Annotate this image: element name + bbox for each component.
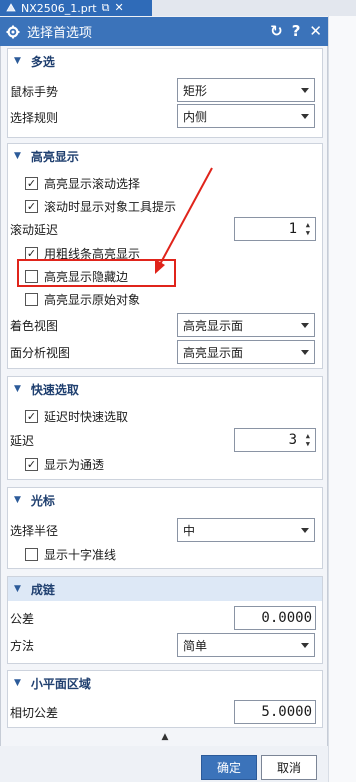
cancel-button[interactable]: 取消 — [261, 755, 317, 780]
face-analysis-label: 面分析视图 — [10, 345, 71, 360]
tolerance-label: 公差 — [10, 611, 35, 626]
checkbox-roll-select[interactable]: ✓ — [25, 176, 38, 190]
dropdown-arrow-icon — [301, 88, 309, 93]
collapse-more-button[interactable]: ▲ — [7, 730, 323, 744]
group-header-facet-region[interactable]: ▼ 小平面区域 — [8, 671, 322, 695]
help-icon[interactable]: ? — [292, 24, 301, 39]
collapse-caret-icon: ▼ — [14, 384, 21, 394]
checkbox-show-pass[interactable]: ✓ — [25, 457, 38, 471]
shaded-view-select[interactable]: 高亮显示面 — [177, 313, 315, 337]
select-rule-label: 选择规则 — [10, 110, 59, 125]
mouse-gesture-select[interactable]: 矩形 — [177, 78, 315, 102]
spinner-arrows-icon[interactable]: ▲ ▼ — [306, 432, 310, 448]
tangent-tolerance-input[interactable]: 5.0000 — [234, 700, 316, 724]
collapse-caret-icon: ▼ — [14, 151, 21, 161]
tolerance-input[interactable]: 0.0000 — [234, 606, 316, 630]
dialog-title-bar: 选择首选项 ↻ ? ✕ — [0, 17, 328, 46]
dropdown-arrow-icon — [301, 528, 309, 533]
collapse-caret-icon: ▼ — [14, 584, 21, 594]
collapse-caret-icon: ▼ — [14, 678, 21, 688]
close-tab-icon[interactable]: ✕ — [114, 1, 123, 15]
dropdown-arrow-icon — [301, 323, 309, 328]
close-icon[interactable]: ✕ — [309, 24, 322, 39]
dialog-footer: 确定 取消 — [0, 746, 328, 782]
dropdown-arrow-icon — [301, 350, 309, 355]
gear-icon — [6, 25, 20, 38]
group-header-highlight[interactable]: ▼ 高亮显示 — [8, 144, 322, 168]
checkbox-row-show-pass[interactable]: ✓ 显示为通透 — [25, 453, 104, 475]
method-select[interactable]: 简单 — [177, 633, 315, 657]
checkbox-row-original-object[interactable]: 高亮显示原始对象 — [25, 288, 140, 310]
checkbox-row-tooltip[interactable]: ✓ 滚动时显示对象工具提示 — [25, 195, 176, 217]
dropdown-arrow-icon — [301, 643, 309, 648]
part-file-icon — [6, 3, 16, 12]
select-radius-select[interactable]: 中 — [177, 518, 315, 542]
reset-icon[interactable]: ↻ — [270, 24, 283, 39]
group-header-multi-select[interactable]: ▼ 多选 — [8, 49, 322, 73]
undock-icon[interactable]: ⧉ — [102, 1, 110, 15]
document-tab-bar: NX2506_1.prt ⧉ ✕ — [0, 0, 356, 16]
checkbox-tooltip[interactable]: ✓ — [25, 199, 38, 213]
mouse-gesture-label: 鼠标手势 — [10, 84, 59, 99]
graphics-window-edge — [328, 16, 356, 782]
collapse-caret-icon: ▼ — [14, 56, 21, 66]
checkbox-crosshair[interactable] — [25, 547, 38, 561]
collapse-caret-icon: ▼ — [14, 495, 21, 505]
document-tab-title: NX2506_1.prt — [21, 1, 97, 15]
delay-spinner[interactable]: 3 ▲ ▼ — [234, 428, 316, 452]
scroll-delay-label: 滚动延迟 — [10, 222, 59, 237]
scroll-delay-spinner[interactable]: 1 ▲ ▼ — [234, 217, 316, 241]
annotation-highlight-box — [17, 259, 176, 287]
document-tab[interactable]: NX2506_1.prt ⧉ ✕ — [0, 0, 152, 16]
group-header-chaining[interactable]: ▼ 成链 — [8, 577, 322, 601]
checkbox-row-roll-select[interactable]: ✓ 高亮显示滚动选择 — [25, 172, 140, 194]
checkbox-delay-quick[interactable]: ✓ — [25, 409, 38, 423]
checkbox-original-object[interactable] — [25, 292, 38, 306]
select-rule-select[interactable]: 内侧 — [177, 104, 315, 128]
ok-button[interactable]: 确定 — [201, 755, 257, 780]
tangent-tolerance-label: 相切公差 — [10, 705, 59, 720]
spinner-arrows-icon[interactable]: ▲ ▼ — [306, 221, 310, 237]
dialog-title: 选择首选项 — [27, 26, 93, 41]
checkbox-row-crosshair[interactable]: 显示十字准线 — [25, 543, 116, 565]
checkbox-thick-line[interactable]: ✓ — [25, 246, 38, 260]
group-header-cursor[interactable]: ▼ 光标 — [8, 488, 322, 512]
method-label: 方法 — [10, 638, 35, 653]
shaded-view-label: 着色视图 — [10, 318, 59, 333]
dropdown-arrow-icon — [301, 114, 309, 119]
checkbox-row-delay-quick[interactable]: ✓ 延迟时快速选取 — [25, 405, 128, 427]
face-analysis-select[interactable]: 高亮显示面 — [177, 340, 315, 364]
select-radius-label: 选择半径 — [10, 523, 59, 538]
group-header-quick-pick[interactable]: ▼ 快速选取 — [8, 377, 322, 401]
delay-label: 延迟 — [10, 433, 35, 448]
chevron-up-icon: ▲ — [161, 732, 169, 742]
